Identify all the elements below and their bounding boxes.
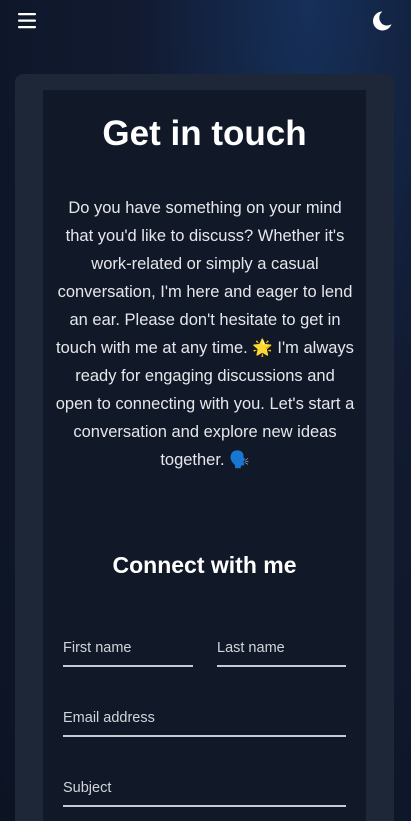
email-input[interactable] <box>63 700 346 735</box>
intro-text: Do you have something on your mind that … <box>55 199 355 469</box>
subject-input[interactable] <box>63 770 346 805</box>
first-name-input[interactable] <box>63 630 193 665</box>
page-title: Get in touch <box>102 114 307 153</box>
subject-field <box>63 770 346 807</box>
last-name-input[interactable] <box>217 630 346 665</box>
menu-button[interactable] <box>16 10 38 32</box>
hamburger-menu-icon <box>18 13 36 29</box>
first-name-field <box>63 630 193 667</box>
form-title: Connect with me <box>112 552 297 578</box>
last-name-field <box>217 630 346 667</box>
theme-toggle-button[interactable] <box>370 9 394 33</box>
top-bar <box>0 0 411 42</box>
moon-icon <box>373 11 392 31</box>
email-field <box>63 700 346 737</box>
